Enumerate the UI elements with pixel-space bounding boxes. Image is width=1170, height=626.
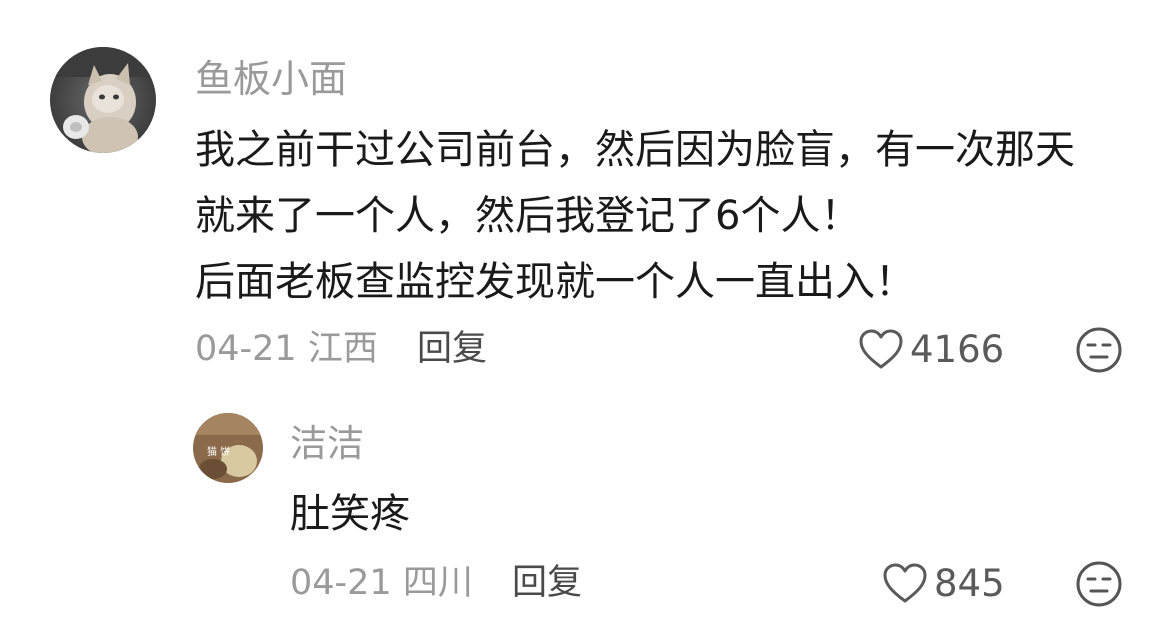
like-count: 4166 (910, 327, 1005, 371)
reply-meta: 04-21 四川 回复 (290, 566, 582, 601)
reply-username[interactable]: 洁洁 (290, 425, 364, 462)
comment-date: 04-21 (195, 329, 297, 369)
comment-text-line: 后面老板查监控发现就一个人一直出入！ (195, 259, 915, 305)
comment-text-line: 我之前干过公司前台，然后因为脸盲，有一次那天 (195, 127, 1075, 173)
comment-meta: 04-21 江西 回复 (195, 332, 487, 367)
avatar[interactable] (50, 47, 156, 153)
reply-button[interactable]: 回复 (417, 329, 487, 369)
comment-text: 我之前干过公司前台，然后因为脸盲，有一次那天 就来了一个人，然后我登记了6个人！… (195, 117, 1075, 315)
heart-icon (859, 329, 903, 369)
dislike-button[interactable] (1075, 560, 1123, 608)
heart-icon (883, 563, 927, 603)
comment-username[interactable]: 鱼板小面 (195, 60, 347, 98)
dislike-button[interactable] (1075, 326, 1123, 374)
like-count: 845 (934, 561, 1005, 605)
like-button[interactable]: 845 (882, 562, 1005, 604)
reply-location: 四川 (402, 563, 473, 603)
like-button[interactable]: 4166 (858, 328, 1004, 370)
comment-location: 江西 (307, 329, 378, 369)
comment-text-line: 就来了一个人，然后我登记了6个人！ (195, 193, 861, 239)
cat-avatar-image (50, 47, 156, 153)
avatar-label: 猫 饼 (207, 447, 231, 458)
avatar[interactable]: 猫 饼 (193, 413, 263, 483)
reply-date: 04-21 (290, 563, 392, 603)
unamused-face-icon (1076, 327, 1122, 373)
reply-button[interactable]: 回复 (512, 563, 582, 603)
reply-text: 肚笑疼 (290, 491, 410, 537)
unamused-face-icon (1076, 561, 1122, 607)
